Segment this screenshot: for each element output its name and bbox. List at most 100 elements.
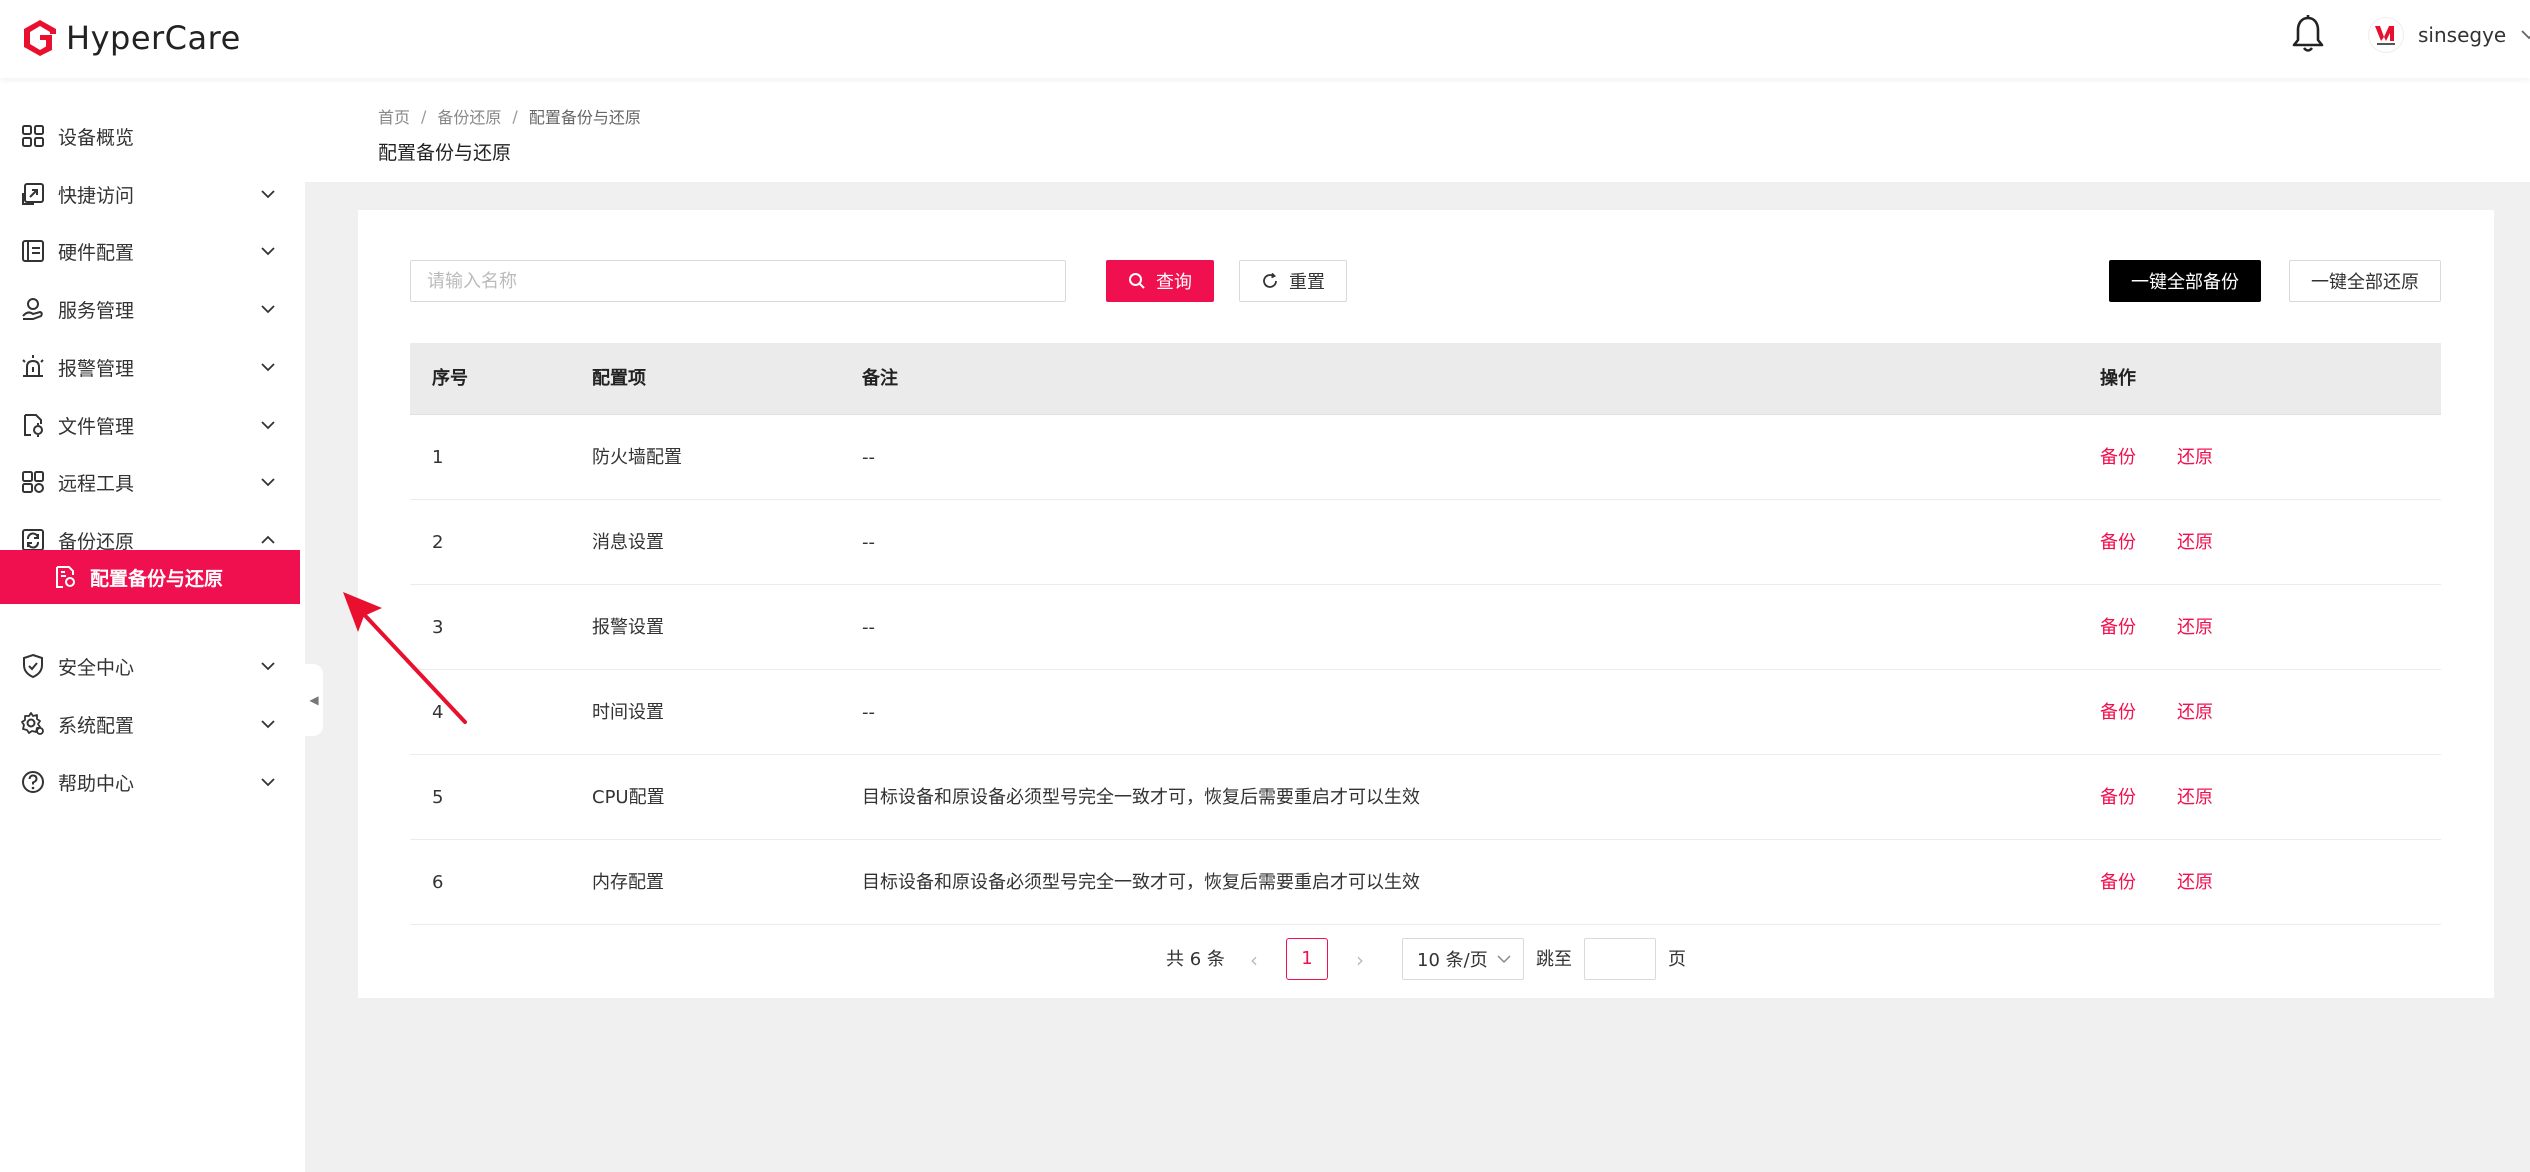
pagination: 共 6 条 ‹ 1 › 10 条/页 跳至 页 <box>358 938 2494 982</box>
refresh-icon <box>1263 272 1277 288</box>
sidebar-item-system-config[interactable]: 系统配置 <box>0 696 305 752</box>
content-card: 查询 重置 一键全部备份 一键全部还原 序号 配置项 备注 操作 1 防火墙配置… <box>358 210 2494 998</box>
row-restore-link[interactable]: 还原 <box>2177 585 2213 670</box>
sidebar-item-service[interactable]: 服务管理 <box>0 281 305 337</box>
sidebar-item-label: 设备概览 <box>58 126 135 149</box>
service-icon <box>22 298 43 320</box>
sidebar-item-alarm[interactable]: 报警管理 <box>0 339 305 395</box>
dashboard-icon <box>22 125 44 147</box>
jump-page-input[interactable] <box>1584 938 1656 980</box>
settings-icon <box>21 712 44 735</box>
brand-name: HyperCare <box>66 19 241 57</box>
chevron-down-icon <box>261 305 275 314</box>
sidebar-item-help[interactable]: 帮助中心 <box>0 754 305 810</box>
help-icon <box>22 771 44 793</box>
sidebar-item-quick-access[interactable]: 快捷访问 <box>0 166 305 222</box>
username: sinsegye <box>2418 23 2507 47</box>
cell-index: 2 <box>432 532 444 553</box>
hardware-icon <box>22 240 44 262</box>
user-menu[interactable]: sinsegye <box>2368 14 2530 56</box>
logo-mark-icon <box>24 20 56 56</box>
sidebar-item-device-overview[interactable]: 设备概览 <box>0 108 305 164</box>
next-page-icon[interactable]: › <box>1346 938 1374 982</box>
chevron-down-icon <box>261 421 275 430</box>
page-number-current[interactable]: 1 <box>1286 938 1328 980</box>
chevron-down-icon <box>261 247 275 256</box>
sidebar-item-remote-tools[interactable]: 远程工具 <box>0 454 305 510</box>
row-restore-link[interactable]: 还原 <box>2177 670 2213 755</box>
restore-all-button[interactable]: 一键全部还原 <box>2289 260 2441 302</box>
sidebar-subitem-label: 配置备份与还原 <box>90 567 224 590</box>
row-backup-link[interactable]: 备份 <box>2100 585 2136 670</box>
breadcrumb-home[interactable]: 首页 <box>378 104 410 128</box>
row-backup-link[interactable]: 备份 <box>2100 415 2136 500</box>
column-header-index: 序号 <box>432 368 468 389</box>
search-input[interactable] <box>410 260 1066 302</box>
breadcrumb: 首页 / 备份还原 / 配置备份与还原 <box>378 104 641 128</box>
row-backup-link[interactable]: 备份 <box>2100 670 2136 755</box>
row-restore-link[interactable]: 还原 <box>2177 840 2213 925</box>
sidebar-item-label: 硬件配置 <box>58 241 135 264</box>
prev-page-icon[interactable]: ‹ <box>1240 938 1268 982</box>
sidebar-item-file[interactable]: 文件管理 <box>0 397 305 453</box>
chevron-down-icon <box>261 720 275 729</box>
reset-button-label: 重置 <box>1289 272 1325 293</box>
alarm-icon <box>22 355 44 377</box>
cell-name: 报警设置 <box>592 617 664 638</box>
cell-index: 6 <box>432 872 444 893</box>
sidebar: 设备概览 快捷访问 硬件配置 服务管理 报警管理 文件管理 远程工具 备份还原 … <box>0 78 305 1172</box>
cell-name: CPU配置 <box>592 787 665 808</box>
chevron-down-icon <box>261 190 275 199</box>
backup-all-button[interactable]: 一键全部备份 <box>2109 260 2261 302</box>
breadcrumb-backup-restore[interactable]: 备份还原 <box>437 104 501 128</box>
pagination-total: 共 6 条 <box>1166 949 1225 970</box>
avatar <box>2368 17 2404 53</box>
cell-note: -- <box>862 447 875 468</box>
reset-button[interactable]: 重置 <box>1239 260 1347 302</box>
column-header-name: 配置项 <box>592 368 646 389</box>
shield-icon <box>23 653 43 679</box>
cell-name: 内存配置 <box>592 872 664 893</box>
row-backup-link[interactable]: 备份 <box>2100 500 2136 585</box>
sidebar-item-label: 快捷访问 <box>58 184 135 207</box>
company-logo-icon <box>2375 26 2395 45</box>
page-suffix-label: 页 <box>1668 949 1686 970</box>
chevron-down-icon <box>2521 30 2530 40</box>
column-header-note: 备注 <box>862 368 898 389</box>
top-header: HyperCare sinsegye <box>0 0 2530 78</box>
search-icon <box>1129 273 1145 289</box>
sidebar-item-label: 远程工具 <box>58 472 135 495</box>
sidebar-item-hardware[interactable]: 硬件配置 <box>0 223 305 279</box>
table-row: 4 时间设置 -- 备份 还原 <box>410 670 2441 755</box>
row-backup-link[interactable]: 备份 <box>2100 840 2136 925</box>
table-row: 3 报警设置 -- 备份 还原 <box>410 585 2441 670</box>
cell-note: 目标设备和原设备必须型号完全一致才可，恢复后需要重启才可以生效 <box>862 872 1420 893</box>
row-restore-link[interactable]: 还原 <box>2177 500 2213 585</box>
chevron-down-icon <box>261 363 275 372</box>
sidebar-item-security[interactable]: 安全中心 <box>0 638 305 694</box>
chevron-down-icon <box>1497 955 1511 964</box>
file-icon <box>24 414 43 437</box>
sidebar-collapse-toggle[interactable]: ◀ <box>305 664 323 736</box>
sidebar-item-label: 系统配置 <box>58 714 135 737</box>
sidebar-item-label: 报警管理 <box>58 357 135 380</box>
table-row: 5 CPU配置 目标设备和原设备必须型号完全一致才可，恢复后需要重启才可以生效 … <box>410 755 2441 840</box>
cell-note: -- <box>862 617 875 638</box>
notification-bell-icon[interactable] <box>2290 14 2326 56</box>
config-table: 序号 配置项 备注 操作 1 防火墙配置 -- 备份 还原 2 消息设置 -- … <box>410 343 2441 925</box>
cell-note: -- <box>862 532 875 553</box>
breadcrumb-separator: / <box>512 106 518 126</box>
query-button[interactable]: 查询 <box>1106 260 1214 302</box>
page-size-select[interactable]: 10 条/页 <box>1402 938 1524 980</box>
cell-name: 时间设置 <box>592 702 664 723</box>
row-backup-link[interactable]: 备份 <box>2100 755 2136 840</box>
column-header-ops: 操作 <box>2100 368 2136 389</box>
page-title: 配置备份与还原 <box>378 142 512 164</box>
row-restore-link[interactable]: 还原 <box>2177 415 2213 500</box>
sidebar-subitem-config-backup[interactable]: 配置备份与还原 <box>0 550 300 604</box>
app-logo[interactable]: HyperCare <box>20 14 241 62</box>
row-restore-link[interactable]: 还原 <box>2177 755 2213 840</box>
table-row: 2 消息设置 -- 备份 还原 <box>410 500 2441 585</box>
cell-name: 消息设置 <box>592 532 664 553</box>
table-header: 序号 配置项 备注 操作 <box>410 343 2441 415</box>
